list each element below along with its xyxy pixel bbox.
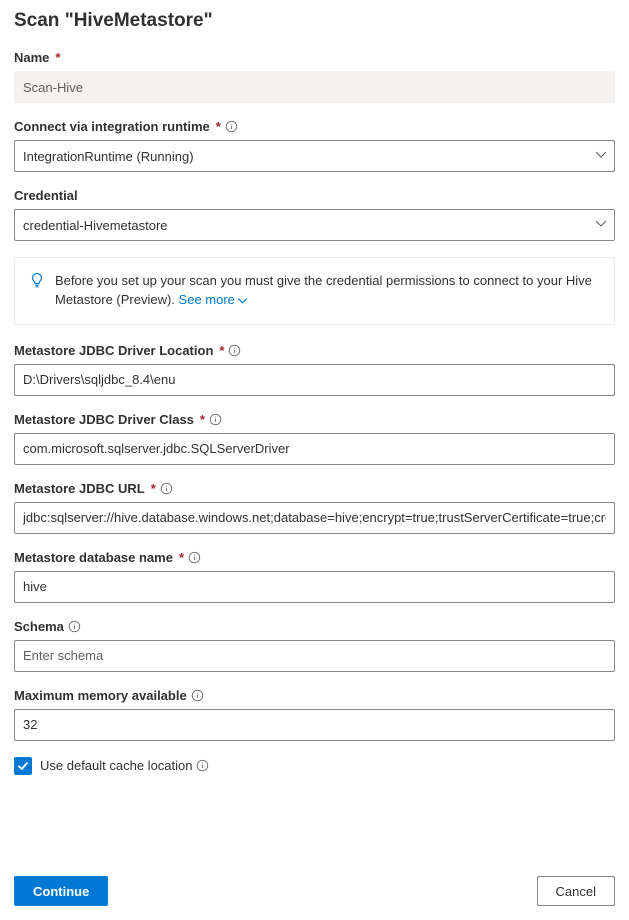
credential-label: Credential (14, 188, 615, 203)
jdbc-url-input[interactable] (14, 502, 615, 534)
lightbulb-icon (29, 272, 45, 310)
info-icon[interactable] (209, 413, 222, 426)
required-asterisk: * (55, 50, 60, 65)
cache-checkbox-row: Use default cache location (14, 757, 615, 775)
page-title: Scan "HiveMetastore" (14, 10, 615, 32)
info-icon[interactable] (68, 620, 81, 633)
info-icon[interactable] (188, 551, 201, 564)
field-db-name: Metastore database name* (14, 550, 615, 603)
db-name-input[interactable] (14, 571, 615, 603)
info-icon[interactable] (228, 344, 241, 357)
info-icon[interactable] (160, 482, 173, 495)
field-jdbc-url: Metastore JDBC URL* (14, 481, 615, 534)
required-asterisk: * (216, 119, 221, 134)
required-asterisk: * (200, 412, 205, 427)
field-name: Name* (14, 50, 615, 103)
driver-class-input[interactable] (14, 433, 615, 465)
field-driver-class: Metastore JDBC Driver Class* (14, 412, 615, 465)
db-name-label: Metastore database name* (14, 550, 615, 565)
schema-label: Schema (14, 619, 615, 634)
runtime-label: Connect via integration runtime* (14, 119, 615, 134)
name-input[interactable] (14, 71, 615, 103)
max-memory-label: Maximum memory available (14, 688, 615, 703)
field-runtime: Connect via integration runtime* (14, 119, 615, 172)
chevron-down-icon (237, 295, 248, 306)
runtime-select[interactable] (14, 140, 615, 172)
info-icon[interactable] (191, 689, 204, 702)
driver-location-input[interactable] (14, 364, 615, 396)
info-icon[interactable] (196, 759, 209, 772)
schema-input[interactable] (14, 640, 615, 672)
required-asterisk: * (179, 550, 184, 565)
name-label: Name* (14, 50, 615, 65)
jdbc-url-label: Metastore JDBC URL* (14, 481, 615, 496)
driver-location-label: Metastore JDBC Driver Location* (14, 343, 615, 358)
field-credential: Credential (14, 188, 615, 241)
footer: Continue Cancel (0, 866, 629, 920)
max-memory-input[interactable] (14, 709, 615, 741)
field-driver-location: Metastore JDBC Driver Location* (14, 343, 615, 396)
cancel-button[interactable]: Cancel (537, 876, 615, 906)
driver-class-label: Metastore JDBC Driver Class* (14, 412, 615, 427)
continue-button[interactable]: Continue (14, 876, 108, 906)
required-asterisk: * (151, 481, 156, 496)
cache-checkbox[interactable] (14, 757, 32, 775)
info-icon[interactable] (225, 120, 238, 133)
callout-text: Before you set up your scan you must giv… (55, 272, 598, 310)
permissions-callout: Before you set up your scan you must giv… (14, 257, 615, 325)
check-icon (17, 760, 29, 772)
field-schema: Schema (14, 619, 615, 672)
required-asterisk: * (219, 343, 224, 358)
credential-select[interactable] (14, 209, 615, 241)
cache-checkbox-label: Use default cache location (40, 758, 209, 773)
see-more-link[interactable]: See more (179, 291, 248, 310)
field-max-memory: Maximum memory available (14, 688, 615, 741)
